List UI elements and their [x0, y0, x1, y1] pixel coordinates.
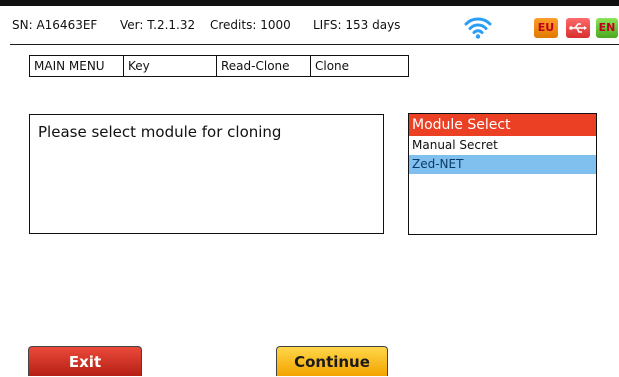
breadcrumb: MAIN MENU Key Read-Clone Clone [29, 55, 409, 77]
menu-key[interactable]: Key [124, 56, 217, 76]
exit-button[interactable]: Exit [28, 346, 142, 376]
serial-number: SN: A16463EF [12, 18, 98, 32]
usb-icon [566, 18, 590, 38]
language-indicator: EN [596, 18, 618, 38]
wifi-icon [464, 17, 492, 39]
instruction-text: Please select module for cloning [38, 123, 282, 141]
menu-main[interactable]: MAIN MENU [30, 56, 124, 76]
module-item-manual-secret[interactable]: Manual Secret [409, 136, 596, 155]
module-select-list: Module Select Manual Secret Zed-NET [408, 113, 597, 235]
module-item-zed-net[interactable]: Zed-NET [409, 155, 596, 174]
region-indicator: EU [534, 18, 558, 38]
continue-button[interactable]: Continue [276, 346, 388, 376]
lifs-remaining: LIFS: 153 days [313, 18, 401, 32]
menu-clone[interactable]: Clone [311, 56, 408, 76]
status-bar: SN: A16463EF Ver: T.2.1.32 Credits: 1000… [10, 6, 619, 45]
firmware-version: Ver: T.2.1.32 [120, 18, 196, 32]
credits-count: Credits: 1000 [210, 18, 291, 32]
module-select-header: Module Select [409, 114, 596, 136]
menu-read-clone[interactable]: Read-Clone [217, 56, 311, 76]
instruction-box: Please select module for cloning [29, 114, 384, 234]
